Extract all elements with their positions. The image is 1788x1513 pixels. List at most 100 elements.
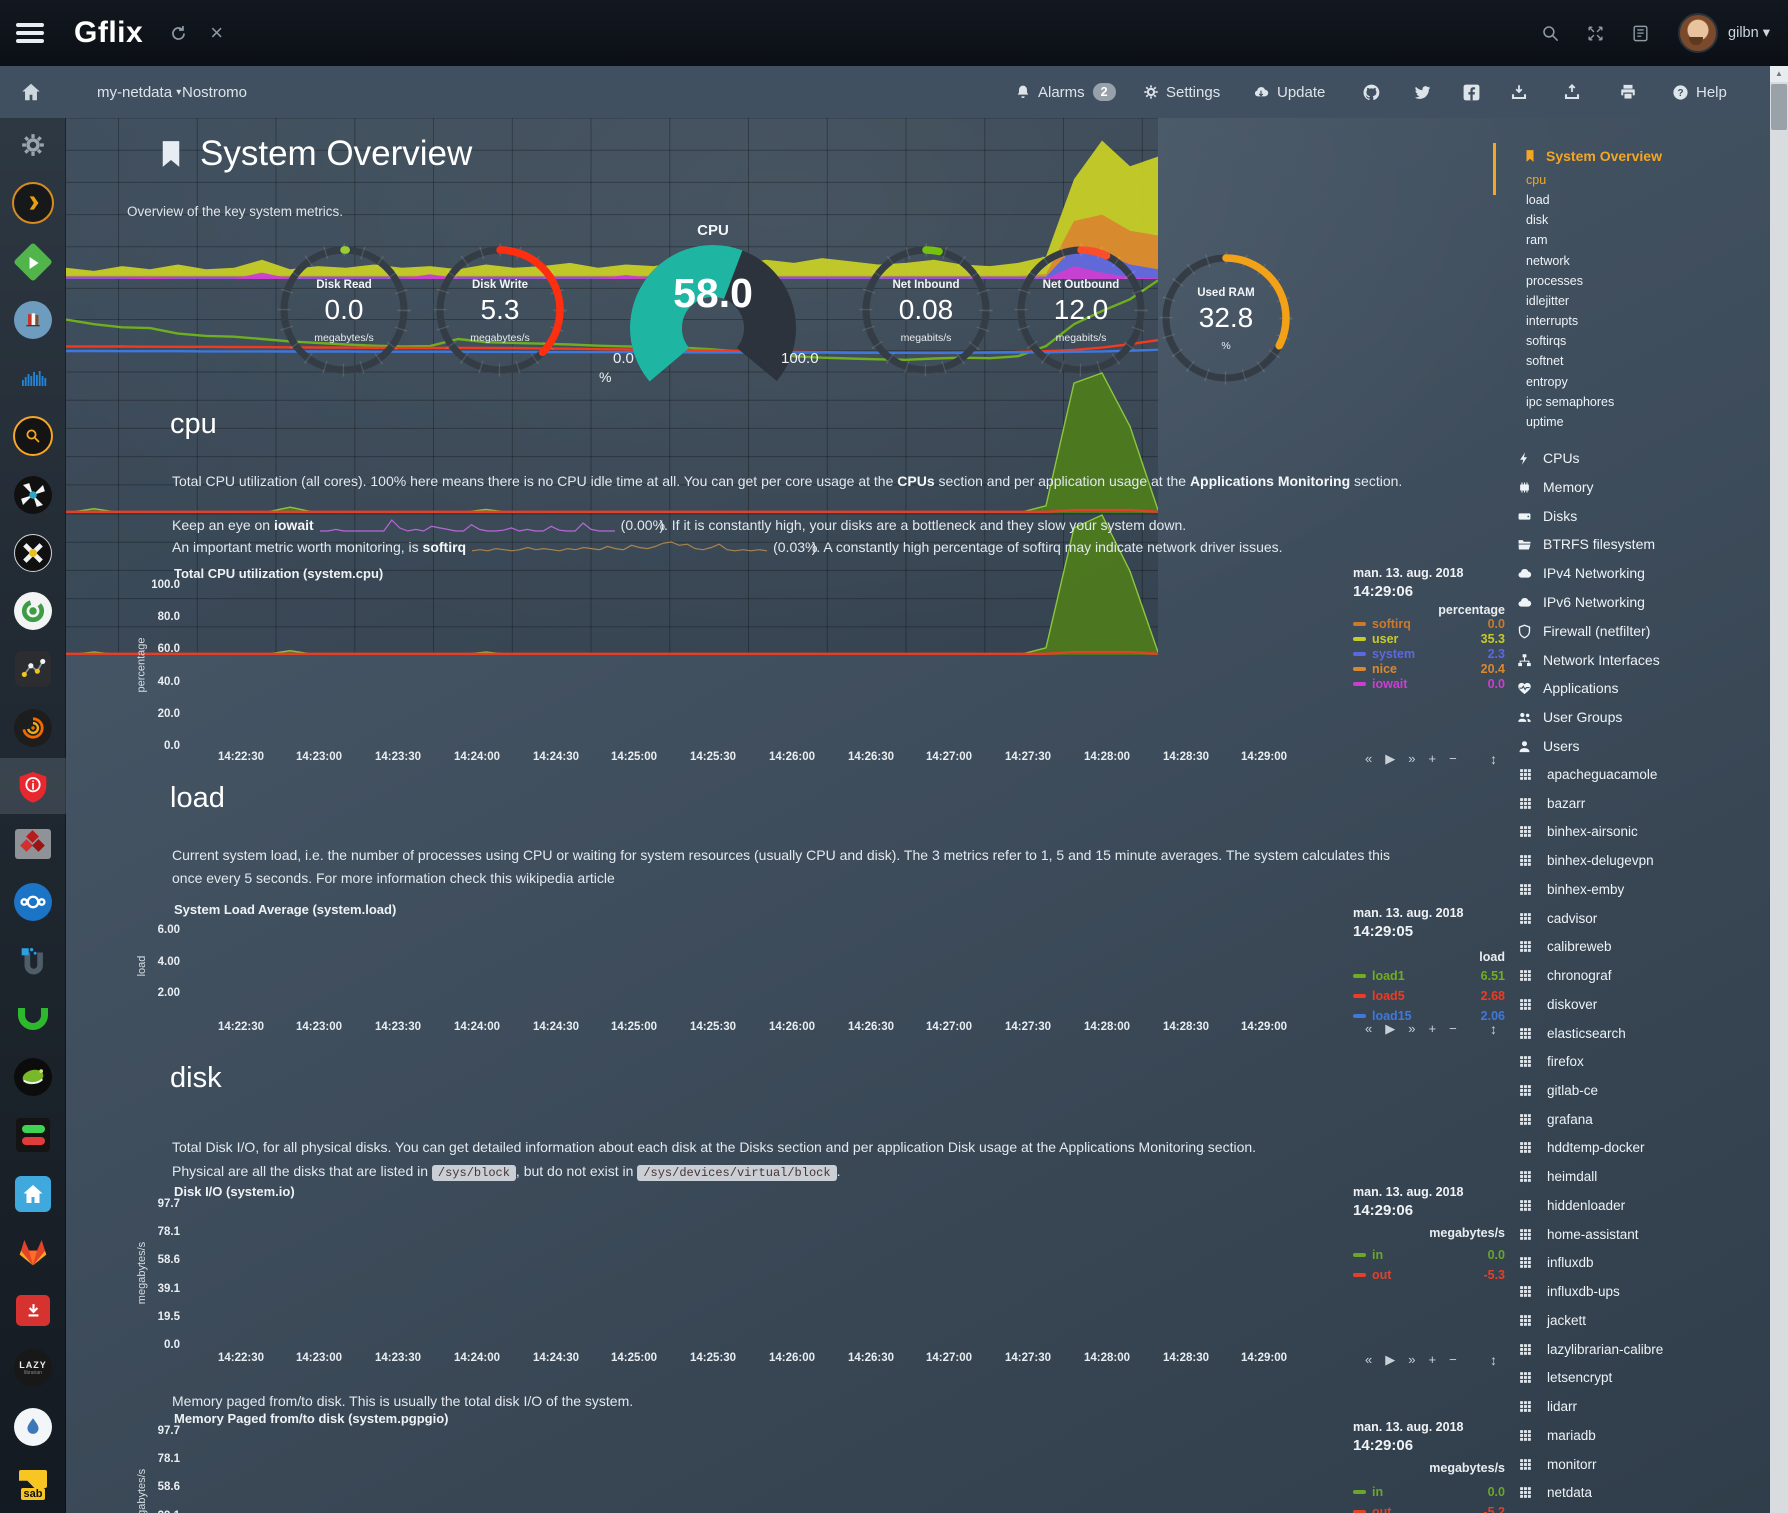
nav-app-apacheguacamole[interactable]: apacheguacamole <box>1519 767 1657 782</box>
avatar[interactable] <box>1678 13 1718 53</box>
nav-item-network[interactable]: network <box>1526 254 1570 268</box>
legend-entry-nice[interactable]: nice20.4 <box>1353 662 1505 677</box>
pinwheel-icon[interactable] <box>0 470 66 520</box>
search-icon[interactable] <box>1541 24 1560 43</box>
alarms-button[interactable]: Alarms2 <box>1015 66 1116 118</box>
nav-section-btrfs-filesystem[interactable]: BTRFS filesystem <box>1517 536 1655 552</box>
legend-entry-load5[interactable]: load52.68 <box>1353 989 1505 1004</box>
nav-app-binhex-emby[interactable]: binhex-emby <box>1519 882 1624 897</box>
nav-item-interrupts[interactable]: interrupts <box>1526 314 1578 328</box>
x-badge-icon[interactable] <box>0 528 66 578</box>
plex-icon[interactable] <box>0 178 66 228</box>
reader-icon[interactable] <box>1631 24 1650 43</box>
download-badge-icon[interactable] <box>0 1285 66 1335</box>
chart-toolbar-load[interactable]: «▶»+− <box>1365 1021 1470 1037</box>
legend-entry-user[interactable]: user35.3 <box>1353 632 1505 647</box>
waveform-icon[interactable] <box>0 353 66 403</box>
nav-section-applications[interactable]: Applications <box>1517 680 1619 696</box>
nav-app-monitorr[interactable]: monitorr <box>1519 1457 1597 1472</box>
nav-app-calibreweb[interactable]: calibreweb <box>1519 939 1612 954</box>
nav-system-overview[interactable]: System Overview <box>1523 148 1662 164</box>
refresh-icon[interactable] <box>169 24 188 43</box>
nav-item-cpu[interactable]: cpu <box>1526 173 1546 187</box>
green-magnet-icon[interactable] <box>0 994 66 1044</box>
nav-app-influxdb[interactable]: influxdb <box>1519 1255 1594 1270</box>
gitlab-icon[interactable] <box>0 1227 66 1277</box>
chart-toolbar-cpu[interactable]: «▶»+− <box>1365 751 1470 767</box>
nav-app-gitlab-ce[interactable]: gitlab-ce <box>1519 1083 1598 1098</box>
scrollbar-thumb[interactable] <box>1771 84 1787 130</box>
nav-item-ipc-semaphores[interactable]: ipc semaphores <box>1526 395 1614 409</box>
legend-entry-in[interactable]: in0.0 <box>1353 1485 1505 1500</box>
update-button[interactable]: Update <box>1252 66 1325 118</box>
nav-section-memory[interactable]: Memory <box>1517 479 1594 495</box>
nav-section-ipv4-networking[interactable]: IPv4 Networking <box>1517 565 1645 581</box>
nav-item-softirqs[interactable]: softirqs <box>1526 334 1566 348</box>
monitorr-icon[interactable] <box>0 1110 66 1160</box>
nav-app-netdata[interactable]: netdata <box>1519 1485 1592 1500</box>
legend-entry-load1[interactable]: load16.51 <box>1353 969 1505 984</box>
nav-section-cpus[interactable]: CPUs <box>1517 450 1580 466</box>
green-ring-icon[interactable] <box>0 586 66 636</box>
nav-item-ram[interactable]: ram <box>1526 233 1548 247</box>
scroll-up-arrow[interactable]: ▲ <box>1770 66 1788 82</box>
books-icon[interactable] <box>0 295 66 345</box>
nav-item-processes[interactable]: processes <box>1526 274 1583 288</box>
github-icon[interactable] <box>1362 66 1388 118</box>
user-menu[interactable]: gilbn ▾ <box>1728 25 1770 41</box>
nav-app-influxdb-ups[interactable]: influxdb-ups <box>1519 1284 1620 1299</box>
nav-app-elasticsearch[interactable]: elasticsearch <box>1519 1026 1626 1041</box>
legend-entry-out[interactable]: out-5.3 <box>1353 1268 1505 1283</box>
grafana-icon[interactable] <box>0 703 66 753</box>
nav-app-mariadb[interactable]: mariadb <box>1519 1428 1596 1443</box>
nav-app-lazylibrarian-calibre[interactable]: lazylibrarian-calibre <box>1519 1342 1663 1357</box>
nav-item-disk[interactable]: disk <box>1526 213 1548 227</box>
print-icon[interactable] <box>1619 66 1644 118</box>
close-tab-icon[interactable]: × <box>210 20 223 46</box>
breadcrumb-my-netdata[interactable]: my-netdata ▾ <box>97 66 181 118</box>
nav-section-ipv6-networking[interactable]: IPv6 Networking <box>1517 594 1645 610</box>
green-gecko-icon[interactable] <box>0 1052 66 1102</box>
legend-entry-out[interactable]: out-5.2 <box>1353 1505 1505 1513</box>
nav-app-home-assistant[interactable]: home-assistant <box>1519 1227 1639 1242</box>
home-icon[interactable] <box>20 66 49 118</box>
settings-button[interactable]: Settings <box>1143 66 1220 118</box>
search-badge-icon[interactable] <box>0 411 66 461</box>
nav-item-idlejitter[interactable]: idlejitter <box>1526 294 1569 308</box>
help-button[interactable]: ? Help <box>1672 66 1727 118</box>
nav-app-hddtemp-docker[interactable]: hddtemp-docker <box>1519 1140 1645 1155</box>
net-inbound-gauge[interactable]: Net Inbound 0.08 megabits/s <box>851 235 1001 385</box>
legend-entry-in[interactable]: in0.0 <box>1353 1248 1505 1263</box>
scrollbar[interactable]: ▲ <box>1770 66 1788 1513</box>
netdata-shield-icon[interactable]: i <box>0 761 66 811</box>
nav-section-network-interfaces[interactable]: Network Interfaces <box>1517 652 1660 668</box>
nav-app-cadvisor[interactable]: cadvisor <box>1519 911 1597 926</box>
nav-app-letsencrypt[interactable]: letsencrypt <box>1519 1370 1612 1385</box>
nav-item-uptime[interactable]: uptime <box>1526 415 1564 429</box>
nav-app-lidarr[interactable]: lidarr <box>1519 1399 1577 1414</box>
export-icon[interactable] <box>1563 66 1588 118</box>
nav-section-users[interactable]: Users <box>1517 738 1580 754</box>
nav-app-binhex-delugevpn[interactable]: binhex-delugevpn <box>1519 853 1654 868</box>
nextcloud-icon[interactable] <box>0 877 66 927</box>
nav-app-hiddenloader[interactable]: hiddenloader <box>1519 1198 1625 1213</box>
nav-item-softnet[interactable]: softnet <box>1526 354 1564 368</box>
emby-icon[interactable] <box>0 237 66 287</box>
hamburger-menu-icon[interactable] <box>16 23 44 43</box>
nav-app-chronograf[interactable]: chronograf <box>1519 968 1612 983</box>
nav-app-jackett[interactable]: jackett <box>1519 1313 1586 1328</box>
legend-entry-iowait[interactable]: iowait0.0 <box>1353 677 1505 692</box>
sabnzbd-icon[interactable]: sab <box>0 1460 66 1510</box>
home-assistant-icon[interactable] <box>0 1169 66 1219</box>
facebook-icon[interactable] <box>1462 66 1488 118</box>
nav-app-diskover[interactable]: diskover <box>1519 997 1597 1012</box>
nav-item-entropy[interactable]: entropy <box>1526 375 1568 389</box>
gear-icon[interactable] <box>0 120 66 170</box>
twitter-icon[interactable] <box>1413 66 1439 118</box>
nav-item-load[interactable]: load <box>1526 193 1550 207</box>
nav-app-binhex-airsonic[interactable]: binhex-airsonic <box>1519 824 1638 839</box>
disk-read-gauge[interactable]: Disk Read 0.0 megabytes/s <box>269 235 419 385</box>
red-cubes-icon[interactable] <box>0 819 66 869</box>
used-ram-gauge[interactable]: Used RAM 32.8 % <box>1151 243 1301 393</box>
water-drop-icon[interactable] <box>0 1402 66 1452</box>
